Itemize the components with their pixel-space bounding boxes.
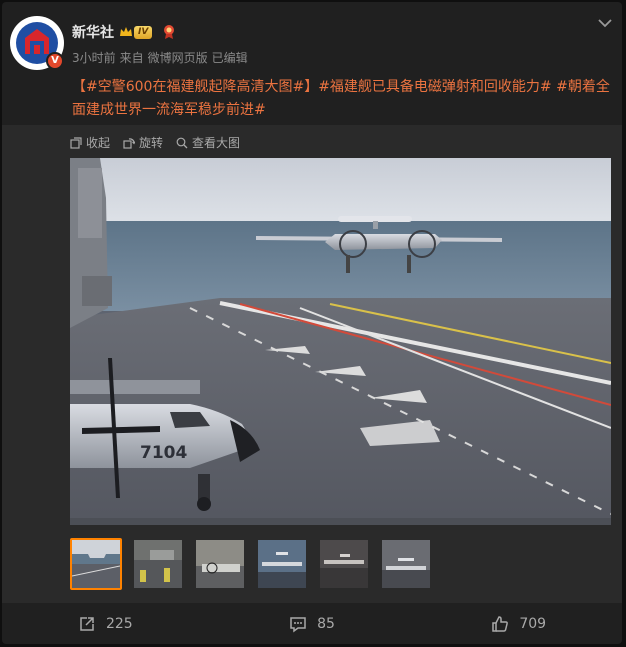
- rotate-button[interactable]: 旋转: [123, 134, 163, 151]
- crown-icon: [120, 27, 132, 36]
- thumbs-up-icon: [492, 615, 509, 632]
- thumbnail[interactable]: [318, 538, 370, 590]
- topic-tag[interactable]: #空警600在福建舰起降高清大图#: [86, 79, 304, 95]
- source-prefix: 来自: [119, 51, 144, 65]
- weibo-post-card: V 新华社 IV 3小时前 来自 微博网页版 已编辑 【#空警600在福建舰起降…: [2, 2, 622, 644]
- post-time[interactable]: 3小时前: [72, 49, 116, 66]
- thumbnail[interactable]: [194, 538, 246, 590]
- rotate-label: 旋转: [139, 136, 164, 150]
- username[interactable]: 新华社: [72, 22, 114, 42]
- rotate-icon: [123, 137, 136, 149]
- thumbnail[interactable]: [70, 538, 122, 590]
- post-meta: 3小时前 来自 微博网页版 已编辑: [72, 49, 252, 66]
- share-button[interactable]: 225: [2, 603, 209, 644]
- view-large-button[interactable]: 查看大图: [176, 134, 240, 151]
- thumbnail[interactable]: [380, 538, 432, 590]
- share-icon: [80, 616, 94, 631]
- bracket-open: 【: [72, 79, 86, 95]
- bracket-close: 】: [304, 79, 319, 95]
- post-text: 【#空警600在福建舰起降高清大图#】#福建舰已具备电磁弹射和回收能力# #朝着…: [72, 76, 612, 122]
- verified-badge: V: [46, 52, 64, 70]
- aircraft-number: 7104: [140, 443, 187, 463]
- edited-label[interactable]: 已编辑: [212, 49, 248, 66]
- post-header: V 新华社 IV 3小时前 来自 微博网页版 已编辑: [2, 2, 622, 82]
- action-bar: 225 85 709: [2, 603, 622, 644]
- like-count: 709: [519, 615, 547, 632]
- topic-tag[interactable]: #福建舰已具备电磁弹射和回收能力#: [318, 79, 551, 95]
- collapse-button[interactable]: 收起: [70, 134, 110, 151]
- magnify-icon: [176, 137, 188, 148]
- medal-icon[interactable]: [162, 24, 176, 40]
- thumbnail[interactable]: [132, 538, 184, 590]
- thumbnail[interactable]: [256, 538, 308, 590]
- chevron-down-icon[interactable]: [596, 16, 614, 30]
- image-viewer: 收起 旋转 查看大图 7104: [2, 125, 622, 603]
- collapse-icon: [70, 136, 82, 149]
- comment-button[interactable]: 85: [209, 603, 416, 644]
- image-toolbar: 收起 旋转 查看大图: [70, 134, 253, 151]
- comment-count: 85: [317, 615, 335, 632]
- post-source[interactable]: 微博网页版: [148, 49, 208, 66]
- share-count: 225: [105, 615, 133, 632]
- view-large-label: 查看大图: [192, 136, 241, 150]
- comment-icon: [290, 616, 306, 632]
- level-badge[interactable]: IV: [134, 25, 153, 39]
- thumbnail-strip: [70, 538, 442, 590]
- collapse-label: 收起: [86, 136, 111, 150]
- main-photo[interactable]: 7104: [70, 158, 611, 525]
- like-button[interactable]: 709: [415, 603, 622, 644]
